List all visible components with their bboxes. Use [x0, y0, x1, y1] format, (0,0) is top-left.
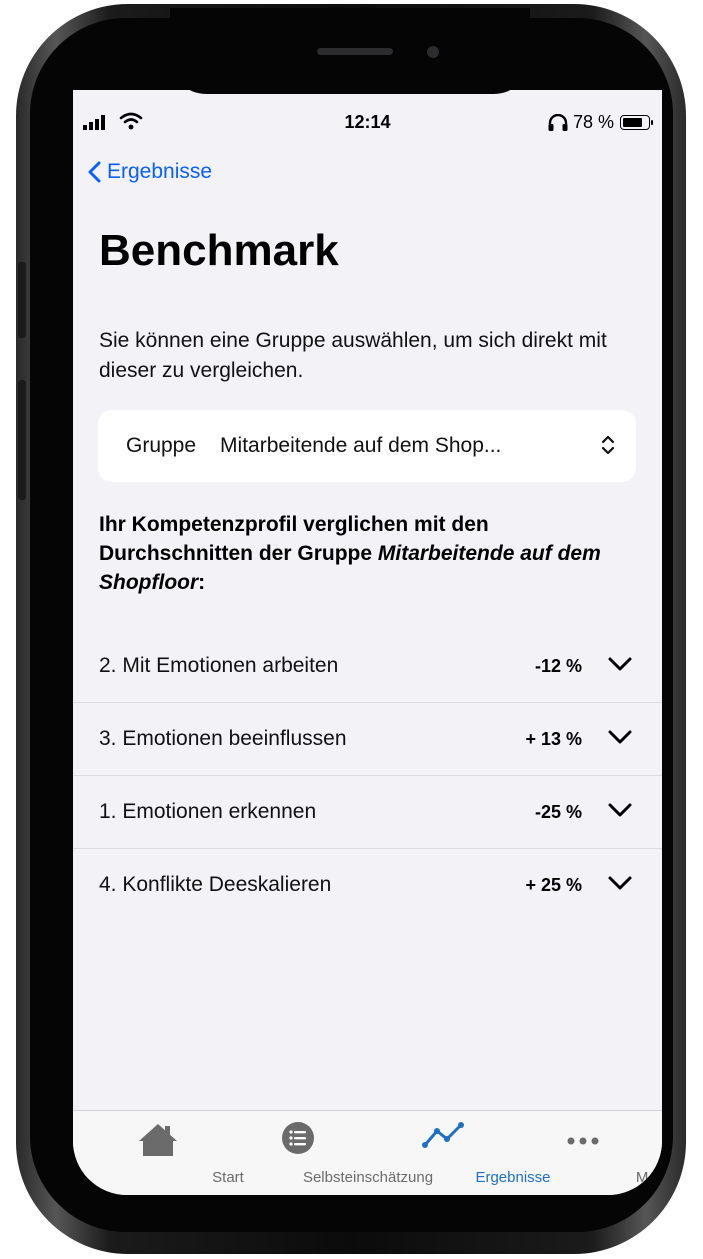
list-item[interactable]: 1. Emotionen erkennen -25 % [73, 776, 662, 849]
volume-up-button [18, 262, 26, 338]
status-bar: 12:14 78 % [73, 90, 662, 146]
competency-name: 3. Emotionen beeinflussen [99, 727, 347, 750]
page-title: Benchmark [99, 226, 339, 275]
list-item[interactable]: 4. Konflikte Deeskalieren + 25 % [73, 849, 662, 921]
competency-delta: -12 % [534, 655, 582, 676]
group-picker[interactable]: Gruppe Mitarbeitende auf dem Shop... [98, 410, 636, 482]
front-camera [427, 46, 439, 58]
tab-mehr-label: Mehr [635, 1169, 662, 1186]
tab-ergebnisse[interactable]: Ergebnisse [373, 1111, 551, 1195]
headphones-icon [548, 113, 568, 131]
app-screen: 12:14 78 % Ergebnisse Benchmark Sie könn… [73, 90, 662, 1195]
group-picker-value: Mitarbeitende auf dem Shop... [220, 434, 502, 457]
tab-bar: Start Selbsteinschätzung Ergebnisse Meh [73, 1110, 662, 1195]
chart-line-icon [422, 1122, 464, 1148]
tab-mehr[interactable]: Mehr [513, 1111, 662, 1195]
back-button[interactable]: Ergebnisse [87, 160, 212, 184]
list-icon [282, 1122, 314, 1154]
battery-icon [620, 115, 653, 130]
competency-delta: + 13 % [525, 728, 582, 749]
competency-name: 4. Konflikte Deeskalieren [99, 873, 332, 896]
tab-start[interactable]: Start [88, 1111, 244, 1195]
list-item[interactable]: 2. Mit Emotionen arbeiten -12 % [73, 630, 662, 703]
intro-text: Sie können eine Gruppe auswählen, um sic… [99, 329, 607, 382]
chevron-down-icon[interactable] [608, 802, 632, 818]
back-button-label: Ergebnisse [107, 160, 213, 183]
volume-down-button [18, 380, 26, 500]
tab-selbsteinschaetzung[interactable]: Selbsteinschätzung [228, 1111, 433, 1195]
house-icon [139, 1124, 177, 1156]
chevron-down-icon[interactable] [608, 875, 632, 891]
competency-list: 2. Mit Emotionen arbeiten -12 % 3. Emoti… [73, 630, 662, 921]
status-right: 78 % [547, 112, 653, 133]
chevron-down-icon[interactable] [608, 729, 632, 745]
competency-name: 1. Emotionen erkennen [99, 800, 317, 823]
comparison-heading-suffix: : [198, 571, 206, 594]
competency-delta: -25 % [534, 801, 582, 822]
group-picker-label: Gruppe [126, 434, 197, 457]
chevron-up-down-icon [601, 435, 615, 455]
competency-name: 2. Mit Emotionen arbeiten [99, 654, 339, 677]
speaker-grille [317, 48, 393, 55]
chevron-down-icon[interactable] [608, 656, 632, 672]
more-icon [567, 1137, 599, 1145]
chevron-left-icon [88, 161, 101, 183]
competency-delta: + 25 % [525, 874, 582, 895]
battery-percentage: 78 % [572, 112, 614, 132]
list-item[interactable]: 3. Emotionen beeinflussen + 13 % [73, 703, 662, 776]
comparison-heading: Ihr Kompetenzprofil verglichen mit den D… [99, 510, 639, 597]
